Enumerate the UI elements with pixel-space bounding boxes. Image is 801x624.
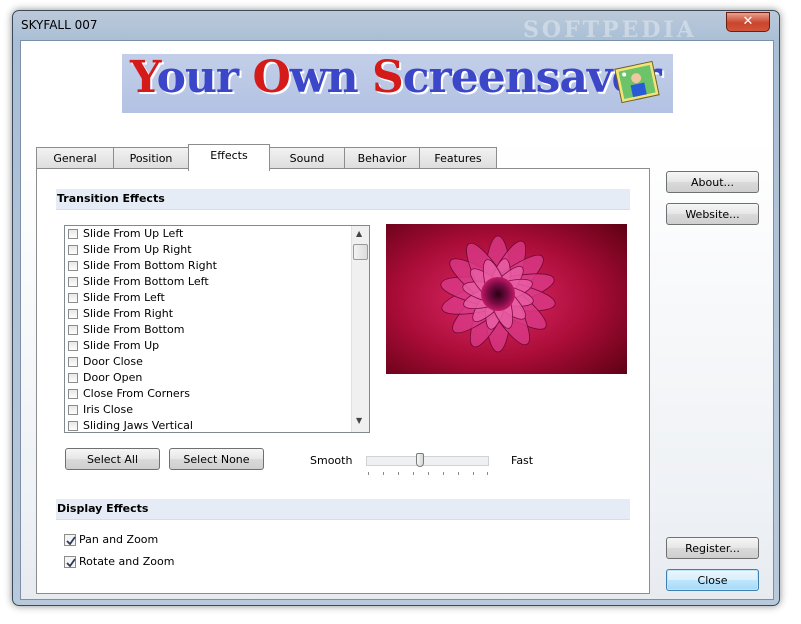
close-button[interactable]: Close	[666, 569, 759, 591]
list-item[interactable]: Slide From Up Left	[65, 226, 369, 242]
list-item[interactable]: Slide From Bottom	[65, 322, 369, 338]
client-area: Your Own Screensaver General Position Ef…	[20, 40, 774, 600]
tab-behavior[interactable]: Behavior	[344, 147, 420, 169]
tab-general[interactable]: General	[36, 147, 114, 169]
banner-initial-s: S	[371, 54, 404, 103]
checkbox[interactable]	[68, 325, 78, 335]
rotate-zoom-checkbox[interactable]	[64, 556, 76, 568]
checkbox[interactable]	[68, 293, 78, 303]
scroll-down-arrow-icon[interactable]: ▼	[356, 416, 362, 425]
banner-title: Your Own Screensaver	[130, 54, 662, 103]
banner-initial-y: Y	[130, 54, 158, 103]
checkbox[interactable]	[68, 309, 78, 319]
select-none-button[interactable]: Select None	[169, 448, 264, 470]
checkbox[interactable]	[68, 373, 78, 383]
slider-tick	[428, 472, 429, 475]
slider-tick	[443, 472, 444, 475]
checkmark-icon	[66, 558, 76, 568]
slider-tick	[383, 472, 384, 475]
tab-position[interactable]: Position	[113, 147, 189, 169]
slider-tick	[473, 472, 474, 475]
rotate-zoom-option[interactable]: Rotate and Zoom	[64, 554, 174, 570]
slider-tick	[487, 472, 488, 475]
list-item-label: Slide From Up Left	[83, 227, 184, 240]
slider-tick	[398, 472, 399, 475]
transition-effects-list[interactable]: Slide From Up Left Slide From Up Right S…	[64, 225, 370, 433]
photo-frame-icon	[614, 60, 660, 104]
list-item-label: Slide From Bottom Right	[83, 259, 217, 272]
list-item[interactable]: Iris Close	[65, 402, 369, 418]
slider-tick	[458, 472, 459, 475]
list-item-label: Slide From Up Right	[83, 243, 192, 256]
list-item-label: Sliding Jaws Vertical	[83, 419, 193, 432]
checkbox[interactable]	[68, 277, 78, 287]
effects-panel: Transition Effects Slide From Up Left Sl…	[36, 168, 650, 594]
checkmark-icon	[66, 536, 76, 546]
checkbox[interactable]	[68, 229, 78, 239]
transition-effects-heading-text: Transition Effects	[57, 192, 165, 205]
product-banner: Your Own Screensaver	[122, 54, 673, 113]
flower-preview-image	[386, 224, 627, 374]
pan-zoom-checkbox[interactable]	[64, 534, 76, 546]
list-item-label: Close From Corners	[83, 387, 190, 400]
slider-tick	[413, 472, 414, 475]
list-scrollbar[interactable]: ▲ ▼	[351, 226, 369, 432]
tab-features[interactable]: Features	[419, 147, 497, 169]
pan-zoom-label: Pan and Zoom	[79, 533, 159, 546]
checkbox[interactable]	[68, 389, 78, 399]
speed-slider-track[interactable]	[366, 456, 489, 466]
tab-effects[interactable]: Effects	[188, 144, 270, 171]
register-button[interactable]: Register...	[666, 537, 759, 559]
checkbox[interactable]	[68, 357, 78, 367]
section-divider	[56, 519, 630, 520]
display-effects-heading: Display Effects	[56, 499, 630, 519]
slider-tick	[368, 472, 369, 475]
about-button[interactable]: About...	[666, 171, 759, 193]
website-button[interactable]: Website...	[666, 203, 759, 225]
list-item[interactable]: Slide From Up Right	[65, 242, 369, 258]
list-item-label: Slide From Bottom	[83, 323, 185, 336]
list-item[interactable]: Slide From Bottom Right	[65, 258, 369, 274]
list-item[interactable]: Slide From Left	[65, 290, 369, 306]
rotate-zoom-label: Rotate and Zoom	[79, 555, 175, 568]
list-item-label: Slide From Up	[83, 339, 160, 352]
speed-fast-label: Fast	[511, 454, 534, 467]
banner-initial-o: O	[252, 54, 290, 103]
list-item[interactable]: Slide From Up	[65, 338, 369, 354]
list-item[interactable]: Slide From Right	[65, 306, 369, 322]
banner-word-own: wn	[289, 54, 372, 103]
tab-sound[interactable]: Sound	[269, 147, 345, 169]
scroll-thumb[interactable]	[353, 244, 368, 260]
section-divider	[56, 209, 630, 210]
list-item-label: Slide From Bottom Left	[83, 275, 209, 288]
list-item-label: Door Close	[83, 355, 143, 368]
window-close-button[interactable]: ✕	[726, 12, 770, 32]
pan-zoom-option[interactable]: Pan and Zoom	[64, 532, 158, 548]
banner-word-your: our	[156, 54, 253, 103]
speed-slider-thumb[interactable]	[416, 453, 424, 467]
dialog-window: SKYFALL 007 SOFTPEDIA ✕ Your Own Screens…	[12, 10, 780, 606]
list-item-label: Slide From Right	[83, 307, 174, 320]
list-item[interactable]: Sliding Jaws Vertical	[65, 418, 369, 432]
checkbox[interactable]	[68, 261, 78, 271]
transition-items: Slide From Up Left Slide From Up Right S…	[65, 226, 369, 432]
list-item[interactable]: Door Close	[65, 354, 369, 370]
window-title: SKYFALL 007	[21, 18, 98, 32]
checkbox[interactable]	[68, 405, 78, 415]
checkbox[interactable]	[68, 341, 78, 351]
speed-smooth-label: Smooth	[310, 454, 353, 467]
list-item[interactable]: Slide From Bottom Left	[65, 274, 369, 290]
transition-effects-heading: Transition Effects	[56, 189, 630, 209]
display-effects-heading-text: Display Effects	[57, 502, 149, 515]
checkbox[interactable]	[68, 421, 78, 431]
list-item-label: Iris Close	[83, 403, 134, 416]
checkbox[interactable]	[68, 245, 78, 255]
select-all-button[interactable]: Select All	[65, 448, 160, 470]
list-item-label: Slide From Left	[83, 291, 165, 304]
list-item[interactable]: Door Open	[65, 370, 369, 386]
list-item[interactable]: Close From Corners	[65, 386, 369, 402]
scroll-up-arrow-icon[interactable]: ▲	[356, 229, 362, 238]
list-item-label: Door Open	[83, 371, 143, 384]
